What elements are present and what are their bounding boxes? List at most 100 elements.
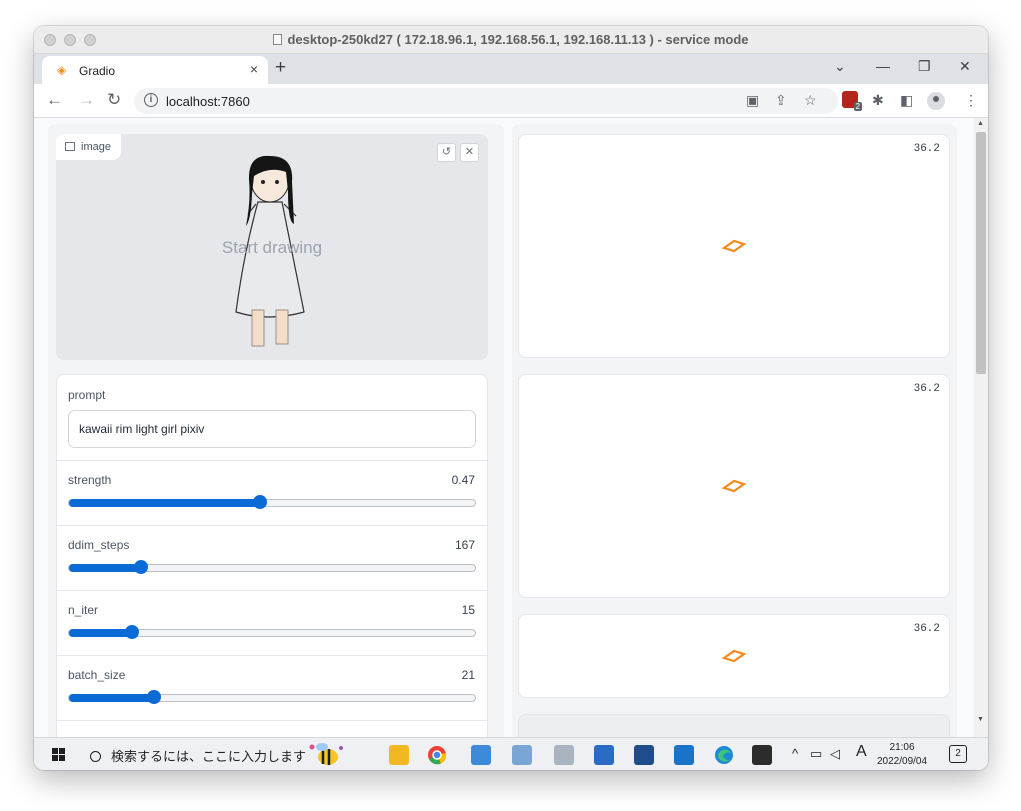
- share-icon[interactable]: ⇪: [775, 92, 787, 109]
- n-iter-value: 15: [461, 603, 475, 617]
- divider: [57, 720, 487, 721]
- search-icon: [90, 751, 101, 762]
- output-panel-4: [518, 714, 950, 737]
- tab-close-icon[interactable]: ×: [250, 61, 258, 77]
- notification-count: 2: [955, 748, 961, 759]
- network-icon[interactable]: ▭: [810, 746, 822, 762]
- output-column: 36.2 36.2 36.2: [512, 124, 957, 737]
- start-drawing-placeholder: Start drawing: [221, 238, 323, 257]
- image-icon: [65, 142, 75, 151]
- slider-thumb[interactable]: [252, 495, 267, 509]
- slider-fill: [69, 564, 141, 572]
- close-icon[interactable]: ✕: [959, 58, 971, 75]
- strength-label: strength: [68, 473, 112, 487]
- address-bar[interactable]: i localhost:7860: [134, 88, 838, 114]
- divider: [57, 655, 487, 656]
- url-text: localhost:7860: [166, 94, 250, 109]
- photos-icon[interactable]: [554, 745, 574, 765]
- extension-badge-icon[interactable]: 2: [842, 91, 862, 111]
- slider-fill: [69, 499, 260, 507]
- ime-indicator[interactable]: A: [856, 743, 867, 761]
- slider-thumb[interactable]: [124, 625, 139, 639]
- tab-search-chevron-icon[interactable]: ⌄: [834, 58, 846, 75]
- divider: [57, 525, 487, 526]
- reload-icon[interactable]: ↻: [107, 90, 121, 110]
- control-panel-icon[interactable]: [471, 745, 491, 765]
- slider-fill: [69, 629, 132, 637]
- image-sketch-canvas[interactable]: image ↺ ✕ Start drawing: [56, 134, 488, 360]
- loading-spinner-icon: [722, 479, 746, 493]
- slider-thumb[interactable]: [133, 560, 148, 574]
- chrome-icon[interactable]: [427, 745, 447, 765]
- output-timer: 36.2: [913, 143, 940, 155]
- menu-kebab-icon[interactable]: ⋮: [964, 92, 978, 109]
- browser-toolbar: ← → ↻ i localhost:7860 ▣ ⇪ ☆ 2 ✱ ◧ ⋮: [34, 84, 988, 118]
- bookmark-star-icon[interactable]: ☆: [804, 92, 817, 109]
- output-timer: 36.2: [913, 383, 940, 395]
- output-image-3: 36.2: [518, 614, 950, 698]
- side-panel-icon[interactable]: ◧: [900, 92, 913, 109]
- prompt-input[interactable]: kawaii rim light girl pixiv: [68, 410, 476, 448]
- minimize-icon[interactable]: —: [876, 58, 890, 74]
- terminal-icon[interactable]: [752, 745, 772, 765]
- slider-thumb[interactable]: [147, 690, 162, 704]
- forward-arrow-icon[interactable]: →: [78, 90, 95, 110]
- scrollbar-thumb[interactable]: [976, 132, 986, 374]
- search-placeholder: 検索するには、ここに入力します: [111, 749, 307, 764]
- loading-spinner-icon: [722, 649, 746, 663]
- taskbar-clock[interactable]: 21:06 2022/09/04: [877, 741, 927, 769]
- strength-slider[interactable]: [68, 495, 476, 509]
- clear-image-icon[interactable]: ✕: [460, 143, 479, 162]
- output-image-1: 36.2: [518, 134, 950, 358]
- windows-taskbar: 検索するには、ここに入力します ^ ▭ ◁ A 21:06 2022/09/04…: [34, 737, 988, 770]
- notification-center-icon[interactable]: 2: [949, 745, 967, 763]
- file-explorer-icon[interactable]: [389, 745, 409, 765]
- batch-size-slider[interactable]: [68, 690, 476, 704]
- profile-avatar-icon[interactable]: [927, 92, 945, 110]
- scroll-up-icon[interactable]: ▲: [977, 120, 984, 127]
- n-iter-slider[interactable]: [68, 625, 476, 639]
- system-monitor-icon[interactable]: [512, 745, 532, 765]
- mail-icon[interactable]: [674, 745, 694, 765]
- extensions-puzzle-icon[interactable]: ✱: [872, 92, 884, 109]
- site-info-icon[interactable]: i: [144, 93, 158, 107]
- window-title-bar: desktop-250kd27 ( 172.18.96.1, 192.168.5…: [34, 26, 988, 54]
- divider: [57, 460, 487, 461]
- input-column: image ↺ ✕ Start drawing prompt kawaii ri…: [48, 124, 504, 737]
- clock-time: 21:06: [889, 742, 915, 753]
- edge-icon[interactable]: [714, 745, 734, 765]
- strength-value: 0.47: [451, 473, 475, 487]
- back-arrow-icon[interactable]: ←: [46, 90, 63, 110]
- restore-icon[interactable]: ❐: [918, 58, 931, 75]
- batch-size-value: 21: [461, 668, 475, 682]
- gradio-favicon-icon: ◈: [57, 63, 67, 77]
- new-tab-button[interactable]: +: [275, 57, 286, 79]
- page-scrollbar[interactable]: ▲ ▼: [974, 118, 988, 737]
- undo-icon[interactable]: ↺: [437, 143, 456, 162]
- slider-fill: [69, 694, 155, 702]
- search-highlight-bee-icon[interactable]: [306, 741, 346, 769]
- tab-gradio[interactable]: ◈ Gradio ×: [42, 56, 268, 84]
- parameters-panel: prompt kawaii rim light girl pixiv stren…: [56, 374, 488, 737]
- extension-count: 2: [853, 102, 862, 111]
- powershell-admin-icon[interactable]: [634, 745, 654, 765]
- volume-muted-icon[interactable]: ◁: [830, 746, 840, 762]
- browser-window: desktop-250kd27 ( 172.18.96.1, 192.168.5…: [34, 26, 988, 770]
- ddim-steps-value: 167: [454, 538, 475, 552]
- ddim-steps-slider[interactable]: [68, 560, 476, 574]
- window-title: desktop-250kd27 ( 172.18.96.1, 192.168.5…: [34, 32, 988, 47]
- tab-title: Gradio: [79, 64, 116, 78]
- ddim-steps-label: ddim_steps: [68, 538, 130, 552]
- batch-size-label: batch_size: [68, 668, 126, 682]
- tray-chevron-up-icon[interactable]: ^: [792, 746, 798, 761]
- image-label: image: [56, 134, 121, 160]
- window-title-text: desktop-250kd27 ( 172.18.96.1, 192.168.5…: [287, 32, 749, 47]
- taskbar-search[interactable]: 検索するには、ここに入力します: [90, 746, 306, 765]
- windows-start-icon[interactable]: [52, 748, 65, 761]
- translate-icon[interactable]: ▣: [746, 92, 759, 109]
- prompt-label: prompt: [68, 388, 106, 402]
- scroll-down-icon[interactable]: ▼: [977, 716, 984, 723]
- loading-spinner-icon: [722, 239, 746, 253]
- output-image-2: 36.2: [518, 374, 950, 598]
- powershell-icon[interactable]: [594, 745, 614, 765]
